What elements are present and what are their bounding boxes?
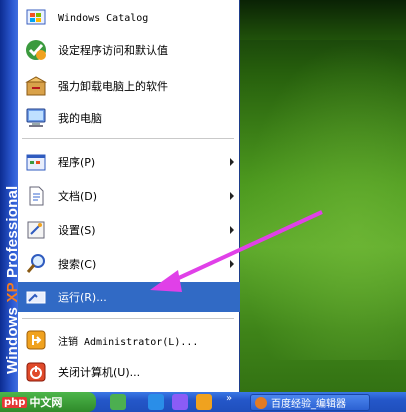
menu-item-windows-catalog[interactable]: Windows Catalog xyxy=(18,4,240,32)
menu-item-logoff[interactable]: 注销 Administrator(L)... xyxy=(18,326,240,354)
menu-item-shutdown[interactable]: 关闭计算机(U)... xyxy=(18,358,240,386)
shutdown-icon xyxy=(22,358,50,386)
search-icon xyxy=(22,250,50,278)
ie-icon xyxy=(255,396,267,409)
menu-item-documents[interactable]: 文档(D) xyxy=(18,182,240,210)
desktop-wallpaper xyxy=(240,40,406,360)
menu-item-label: 我的电脑 xyxy=(58,112,102,125)
start-menu: Windows XP Professional Windows Catalog … xyxy=(0,0,240,392)
quicklaunch-ie-icon[interactable] xyxy=(148,394,164,410)
uninstall-box-icon xyxy=(22,72,50,100)
menu-item-label: 强力卸载电脑上的软件 xyxy=(58,80,168,93)
submenu-arrow-icon xyxy=(230,158,234,166)
menu-item-uninstall-software[interactable]: 强力卸载电脑上的软件 xyxy=(18,72,240,100)
submenu-arrow-icon xyxy=(230,260,234,268)
menu-item-label: 运行(R)... xyxy=(58,291,107,304)
quicklaunch-overflow-icon[interactable]: » xyxy=(226,393,232,404)
taskbar-button-editor[interactable]: 百度经验_编辑器 xyxy=(250,394,370,411)
program-access-icon xyxy=(22,36,50,64)
taskbar-button-label: 百度经验_编辑器 xyxy=(271,399,346,410)
menu-item-programs[interactable]: 程序(P) xyxy=(18,148,240,176)
submenu-arrow-icon xyxy=(230,192,234,200)
menu-separator xyxy=(22,138,234,139)
documents-icon xyxy=(22,182,50,210)
menu-item-label: 设定程序访问和默认值 xyxy=(58,44,168,57)
quicklaunch-folder-icon[interactable] xyxy=(196,394,212,410)
menu-item-label: 设置(S) xyxy=(58,224,96,237)
programs-icon xyxy=(22,148,50,176)
logoff-icon xyxy=(22,326,50,354)
menu-item-label: 程序(P) xyxy=(58,156,96,169)
quicklaunch-media-icon[interactable] xyxy=(172,394,188,410)
php-watermark-logo: php 中文网 xyxy=(2,396,63,409)
menu-separator xyxy=(22,318,234,319)
menu-item-settings[interactable]: 设置(S) xyxy=(18,216,240,244)
menu-item-label: Windows Catalog xyxy=(58,12,149,24)
menu-item-program-access-defaults[interactable]: 设定程序访问和默认值 xyxy=(18,36,240,64)
quicklaunch-app-icon[interactable] xyxy=(110,394,126,410)
menu-item-label: 文档(D) xyxy=(58,190,98,203)
menu-item-search[interactable]: 搜索(C) xyxy=(18,250,240,278)
windows-catalog-icon xyxy=(22,4,50,32)
menu-item-my-computer[interactable]: 我的电脑 xyxy=(18,104,240,132)
submenu-arrow-icon xyxy=(230,226,234,234)
menu-item-label: 注销 Administrator(L)... xyxy=(58,336,199,348)
menu-item-label: 关闭计算机(U)... xyxy=(58,366,141,379)
run-icon xyxy=(22,283,50,311)
my-computer-icon xyxy=(22,104,50,132)
menu-item-run[interactable]: 运行(R)... xyxy=(18,282,240,312)
settings-icon xyxy=(22,216,50,244)
menu-item-label: 搜索(C) xyxy=(58,258,97,271)
